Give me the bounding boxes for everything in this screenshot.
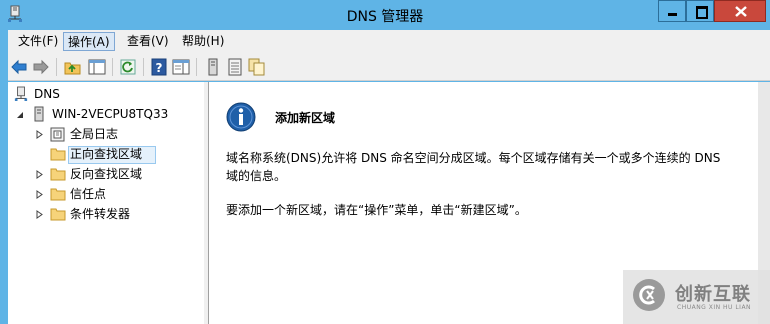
watermark-logo: 创新互联 CHUANG XIN HU LIAN: [623, 270, 770, 324]
copy-documents-icon[interactable]: [248, 58, 266, 76]
menu-action[interactable]: 操作(A): [63, 32, 115, 51]
refresh-icon[interactable]: [119, 58, 137, 76]
toolbar-separator: [196, 58, 197, 76]
log-icon: [50, 127, 65, 142]
collapsed-arrow-icon[interactable]: [36, 170, 43, 179]
toolbar-separator: [112, 58, 113, 76]
tree-label: WIN-2VECPU8TQ33: [52, 107, 169, 121]
window-title: DNS 管理器: [346, 9, 424, 25]
tree-label: 全局日志: [70, 127, 119, 141]
up-folder-icon[interactable]: [64, 58, 82, 76]
toolbar-separator: [56, 58, 57, 76]
tree-label: 信任点: [70, 187, 107, 201]
console-tree: DNS WIN-2VECPU8TQ33 全局日志 正向查找区域 反向查找区域 信…: [8, 82, 205, 324]
collapsed-arrow-icon[interactable]: [36, 130, 43, 139]
list-icon[interactable]: [226, 58, 244, 76]
watermark-glyph: [639, 285, 655, 305]
expanded-arrow-icon[interactable]: [16, 111, 24, 119]
section-heading: 添加新区域: [275, 111, 336, 125]
menu-file[interactable]: 文件(F): [14, 32, 62, 51]
description-line: 域名称系统(DNS)允许将 DNS 命名空间分成区域。每个区域存储有关一个或多个…: [226, 151, 721, 165]
description-text: 域名称系统(DNS)允许将 DNS 命名空间分成区域。每个区域存储有关一个或多个…: [226, 149, 736, 185]
maximize-button[interactable]: [686, 0, 714, 22]
menu-bar: 文件(F) 操作(A) 查看(V) 帮助(H): [8, 30, 770, 53]
close-icon: [735, 6, 747, 17]
close-button[interactable]: [714, 0, 766, 22]
folder-icon: [50, 168, 66, 181]
folder-icon: [50, 148, 66, 161]
properties-pane-icon[interactable]: [172, 58, 190, 76]
window-frame: [0, 30, 8, 324]
collapsed-arrow-icon[interactable]: [36, 210, 43, 219]
server-icon[interactable]: [204, 58, 222, 76]
watermark-icon: [633, 279, 665, 311]
menu-view[interactable]: 查看(V): [123, 32, 173, 51]
title-bar: DNS 管理器: [0, 0, 770, 30]
description-line: 域的信息。: [226, 169, 287, 183]
info-icon: [226, 102, 256, 132]
tree-label: 正向查找区域: [70, 147, 143, 161]
menu-help[interactable]: 帮助(H): [178, 32, 228, 51]
watermark-name: 创新互联: [675, 284, 751, 305]
back-arrow-icon[interactable]: [10, 58, 28, 76]
tree-label: 反向查找区域: [70, 167, 143, 181]
server-icon: [34, 106, 44, 122]
toolbar: ?: [8, 53, 770, 81]
toolbar-separator: [143, 58, 144, 76]
tree-label: 条件转发器: [70, 207, 131, 221]
maximize-icon: [696, 6, 708, 19]
forward-arrow-icon[interactable]: [32, 58, 50, 76]
dns-icon: [14, 86, 28, 101]
svg-text:?: ?: [156, 61, 163, 75]
help-icon[interactable]: ?: [150, 58, 168, 76]
collapsed-arrow-icon[interactable]: [36, 190, 43, 199]
show-hide-tree-icon[interactable]: [88, 58, 106, 76]
minimize-button[interactable]: [658, 0, 686, 22]
tree-label: DNS: [34, 87, 60, 101]
folder-icon: [50, 188, 66, 201]
minimize-icon: [668, 13, 677, 16]
instruction-text: 要添加一个新区域，请在“操作”菜单，单击“新建区域”。: [226, 203, 527, 217]
watermark-subtitle: CHUANG XIN HU LIAN: [677, 304, 752, 311]
folder-icon: [50, 208, 66, 221]
